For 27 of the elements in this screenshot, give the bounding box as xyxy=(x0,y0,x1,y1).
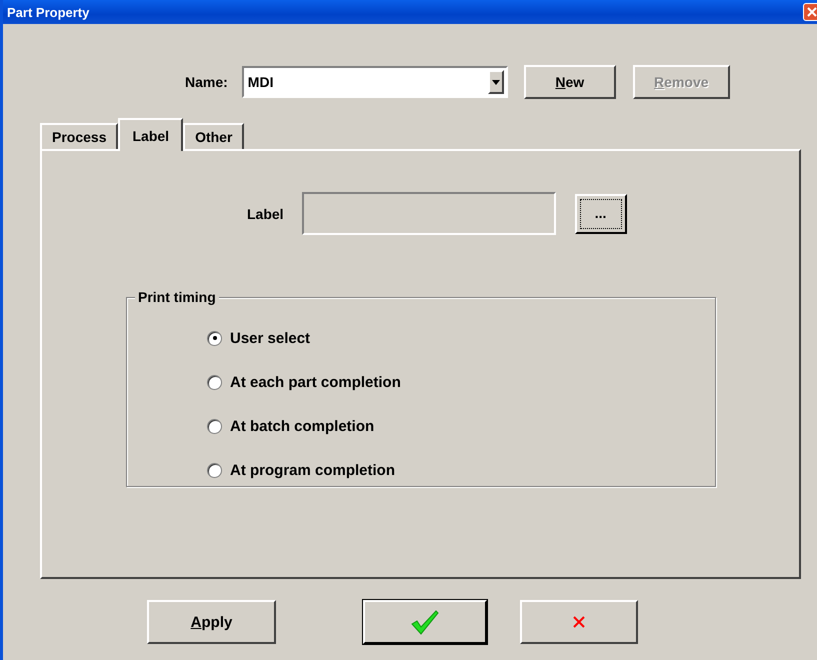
radio-label[interactable]: At batch completion xyxy=(230,418,374,434)
tab[interactable]: Process xyxy=(40,123,118,149)
radio-button[interactable] xyxy=(207,462,222,478)
radio-label[interactable]: User select xyxy=(230,330,310,346)
dropdown-button[interactable] xyxy=(488,70,504,94)
caret-icon xyxy=(492,80,500,84)
checkmark-icon xyxy=(410,609,440,635)
apply-button[interactable]: Apply xyxy=(147,600,276,644)
radio-label[interactable]: At each part completion xyxy=(230,374,401,390)
cancel-button[interactable] xyxy=(520,600,638,644)
radio-button[interactable] xyxy=(207,418,222,434)
close-button[interactable] xyxy=(803,3,817,21)
ok-button[interactable] xyxy=(363,600,487,644)
cross-icon xyxy=(573,616,585,628)
close-icon xyxy=(806,6,817,18)
name-dropdown[interactable]: MDI xyxy=(242,66,508,98)
name-label: Name: xyxy=(185,74,228,90)
radio-label[interactable]: At program completion xyxy=(230,462,396,478)
radio-button[interactable] xyxy=(207,374,222,390)
name-value: MDI xyxy=(246,74,274,90)
browse-button[interactable]: ... xyxy=(574,194,627,234)
radio-button[interactable] xyxy=(207,330,222,346)
window-title: Part Property xyxy=(6,4,90,20)
label-caption: Label xyxy=(247,206,284,222)
tab[interactable]: Other xyxy=(183,123,244,149)
new-button[interactable]: New xyxy=(524,65,616,99)
tab[interactable]: Label xyxy=(118,118,184,151)
